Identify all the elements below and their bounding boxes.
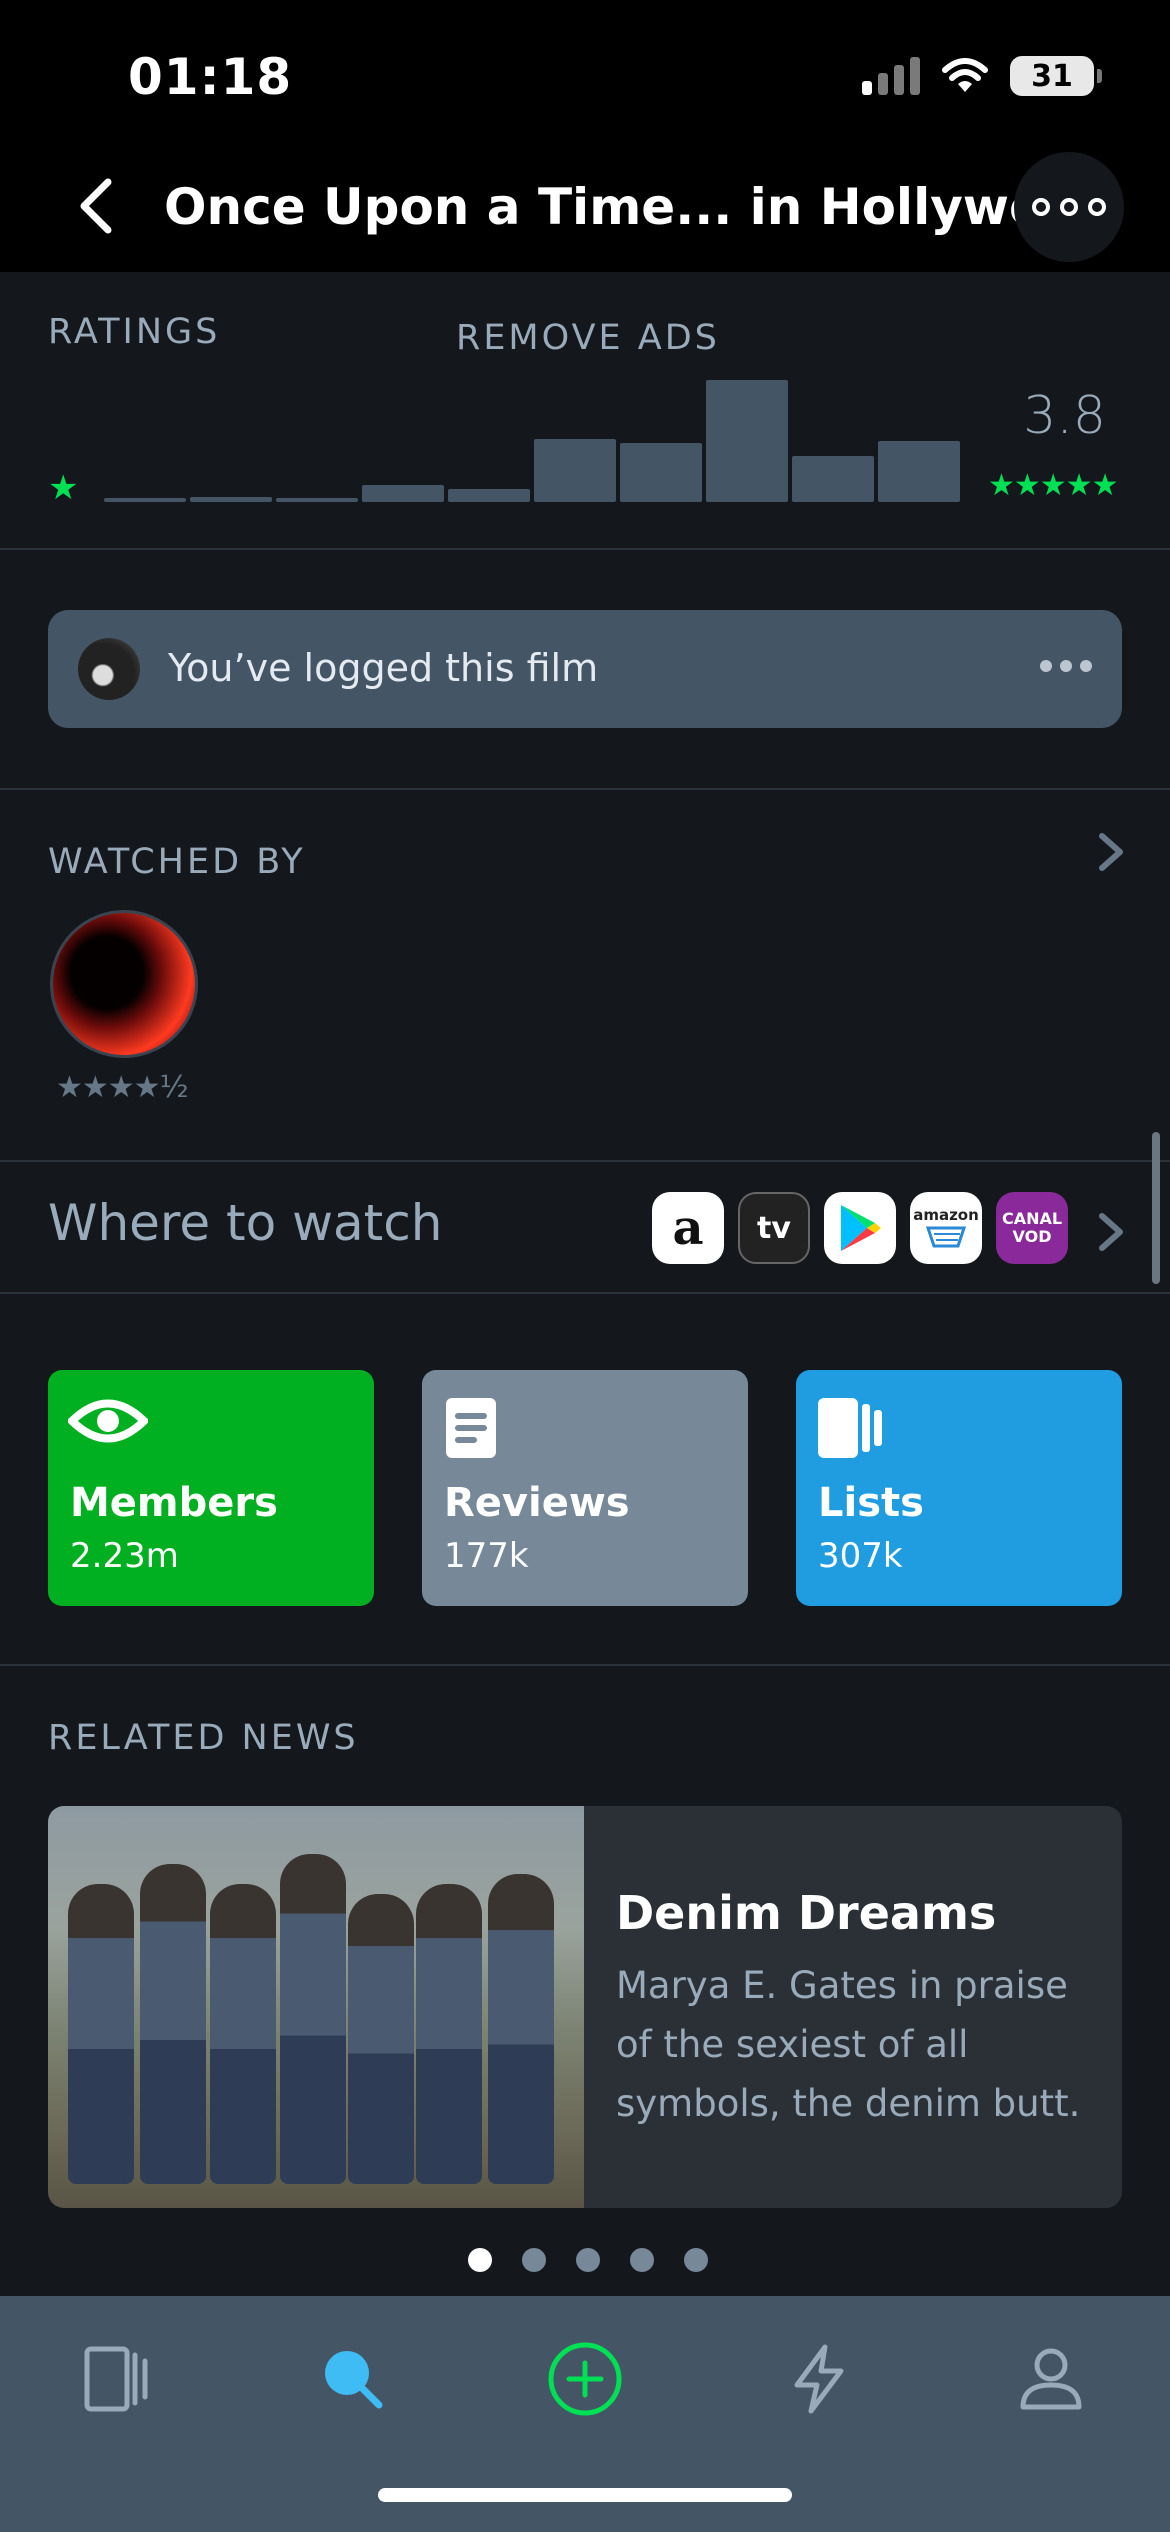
status-time: 01:18 bbox=[128, 48, 293, 106]
canal-vod-icon[interactable]: CANAL VOD bbox=[996, 1192, 1068, 1264]
chevron-right-icon[interactable] bbox=[1094, 1210, 1128, 1254]
histogram-bar[interactable] bbox=[792, 455, 874, 502]
amazon-store-icon[interactable]: amazon bbox=[910, 1192, 982, 1264]
add-log-icon bbox=[548, 2342, 622, 2416]
logged-film-banner[interactable]: You’ve logged this film bbox=[48, 610, 1122, 728]
lists-label: Lists bbox=[818, 1480, 924, 1526]
battery-icon: 31 bbox=[1010, 56, 1102, 96]
lists-card[interactable]: Lists 307k bbox=[796, 1370, 1122, 1606]
more-options-button[interactable] bbox=[1014, 152, 1124, 262]
histogram-bar[interactable] bbox=[190, 497, 272, 502]
histogram-bar[interactable] bbox=[362, 484, 444, 502]
wifi-icon bbox=[942, 58, 988, 92]
ratings-label: RATINGS bbox=[48, 312, 221, 352]
divider bbox=[0, 1292, 1170, 1294]
news-image bbox=[48, 1806, 584, 2208]
watcher-rating: ★★★★½ bbox=[56, 1070, 189, 1105]
status-icons: 31 bbox=[862, 56, 1102, 96]
avatar bbox=[78, 638, 140, 700]
tab-search[interactable] bbox=[298, 2324, 408, 2434]
cellular-signal-icon bbox=[862, 57, 920, 95]
eye-icon bbox=[68, 1399, 148, 1443]
battery-level: 31 bbox=[1031, 58, 1073, 94]
reviews-count: 177k bbox=[444, 1536, 529, 1576]
histogram-bar[interactable] bbox=[276, 498, 358, 502]
average-rating: 3.8 bbox=[1023, 386, 1106, 446]
histogram-bar[interactable] bbox=[620, 443, 702, 502]
profile-icon bbox=[1020, 2348, 1082, 2410]
histogram-bar[interactable] bbox=[878, 441, 960, 502]
where-to-watch-label[interactable]: Where to watch bbox=[48, 1194, 442, 1252]
home-indicator bbox=[378, 2488, 792, 2502]
news-pager[interactable] bbox=[468, 2248, 708, 2272]
news-card[interactable]: Denim Dreams Marya E. Gates in praise of… bbox=[48, 1806, 1122, 2208]
members-card[interactable]: Members 2.23m bbox=[48, 1370, 374, 1606]
divider bbox=[0, 548, 1170, 550]
news-description: Marya E. Gates in praise of the sexiest … bbox=[616, 1964, 1081, 2125]
activity-icon bbox=[794, 2344, 844, 2414]
histogram-bar[interactable] bbox=[706, 380, 788, 502]
pager-dot[interactable] bbox=[468, 2248, 492, 2272]
tab-add-log[interactable] bbox=[530, 2324, 640, 2434]
histogram-bar[interactable] bbox=[104, 498, 186, 502]
logged-text: You’ve logged this film bbox=[168, 646, 599, 690]
document-icon bbox=[446, 1398, 496, 1458]
members-count: 2.23m bbox=[70, 1536, 179, 1576]
pager-dot[interactable] bbox=[630, 2248, 654, 2272]
histogram-bar[interactable] bbox=[448, 488, 530, 502]
google-play-icon[interactable] bbox=[824, 1192, 896, 1264]
amazon-prime-icon[interactable]: a bbox=[652, 1192, 724, 1264]
histogram-bar[interactable] bbox=[534, 438, 616, 502]
pager-dot[interactable] bbox=[684, 2248, 708, 2272]
pager-dot[interactable] bbox=[522, 2248, 546, 2272]
divider bbox=[0, 1160, 1170, 1162]
remove-ads-link[interactable]: REMOVE ADS bbox=[456, 318, 720, 358]
max-stars-icon: ★★★★★ bbox=[988, 468, 1118, 503]
related-news-label: RELATED NEWS bbox=[48, 1718, 359, 1758]
lists-count: 307k bbox=[818, 1536, 903, 1576]
top-bar: 01:18 31 Once Upon a Time... in Hollywoo… bbox=[0, 0, 1170, 272]
back-button[interactable] bbox=[72, 176, 122, 236]
apple-tv-icon[interactable]: tv bbox=[738, 1192, 810, 1264]
min-star-icon: ★ bbox=[48, 468, 79, 508]
reviews-card[interactable]: Reviews 177k bbox=[422, 1370, 748, 1606]
ratings-histogram[interactable] bbox=[104, 380, 960, 502]
pager-dot[interactable] bbox=[576, 2248, 600, 2272]
news-headline: Denim Dreams bbox=[616, 1886, 997, 1940]
scrollbar[interactable] bbox=[1152, 1132, 1160, 1284]
provider-icons[interactable]: a tv amazon CANAL VOD bbox=[652, 1192, 1068, 1264]
watcher-avatar[interactable] bbox=[50, 910, 198, 1058]
more-icon[interactable] bbox=[1040, 660, 1092, 672]
reviews-label: Reviews bbox=[444, 1480, 630, 1526]
page-title: Once Upon a Time... in Hollywood bbox=[164, 178, 1114, 236]
films-icon bbox=[84, 2346, 148, 2412]
tab-profile[interactable] bbox=[996, 2324, 1106, 2434]
search-icon bbox=[325, 2351, 383, 2409]
lists-icon bbox=[818, 1398, 882, 1458]
tab-films[interactable] bbox=[62, 2324, 172, 2434]
watched-by-label: WATCHED BY bbox=[48, 842, 306, 882]
chevron-right-icon[interactable] bbox=[1094, 830, 1128, 874]
members-label: Members bbox=[70, 1480, 278, 1526]
tab-activity[interactable] bbox=[764, 2324, 874, 2434]
divider bbox=[0, 1664, 1170, 1666]
divider bbox=[0, 788, 1170, 790]
